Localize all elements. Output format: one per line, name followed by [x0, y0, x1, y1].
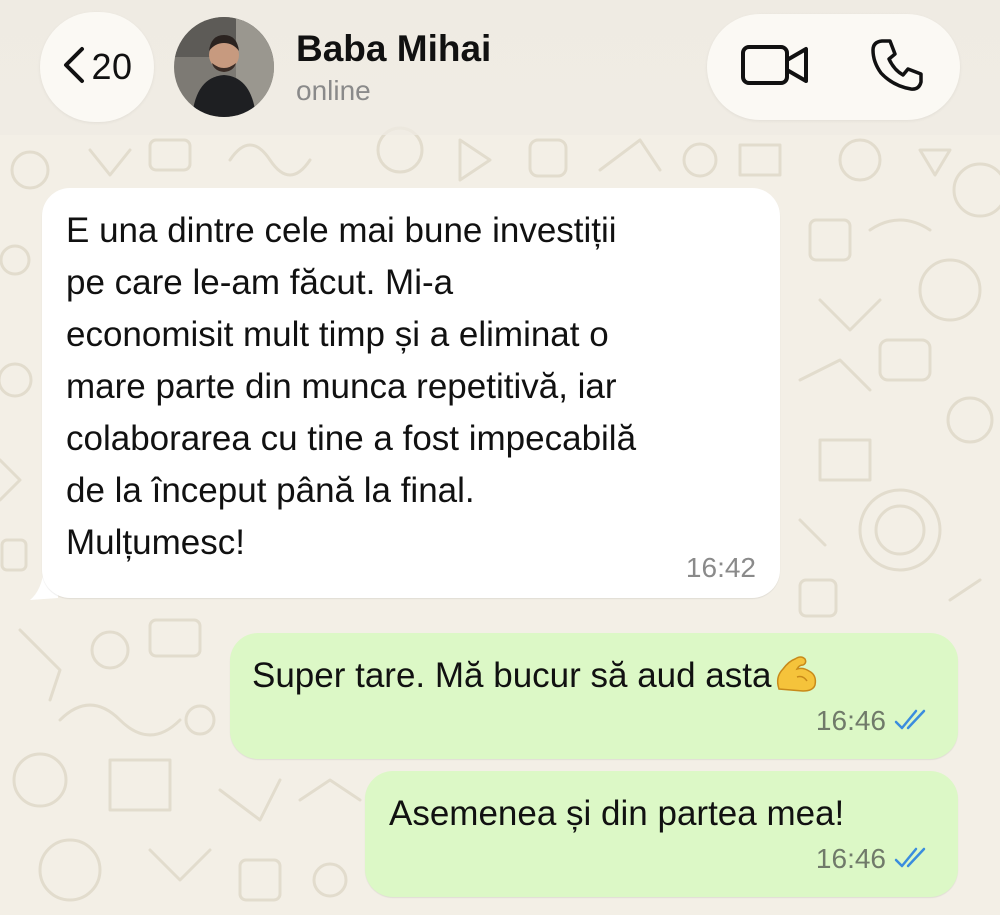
avatar[interactable] [174, 17, 274, 117]
phone-icon [869, 37, 925, 98]
message-text: Super tare. Mă bucur să aud asta [252, 656, 772, 695]
message-time: 16:46 [815, 705, 886, 736]
double-check-icon [894, 833, 934, 885]
message-incoming[interactable]: E una dintre cele mai bune investiții pe… [42, 188, 780, 598]
message-outgoing[interactable]: Asemenea și din partea mea! 16:46 [365, 771, 958, 897]
unread-count: 20 [91, 46, 133, 87]
back-button[interactable]: 20 [40, 12, 154, 122]
double-check-icon [894, 695, 934, 747]
contact-name[interactable]: Baba Mihai [296, 28, 491, 70]
contact-status: online [296, 75, 371, 106]
message-meta: 16:46 [816, 833, 934, 885]
message-meta: 16:46 [816, 695, 934, 747]
message-text-wrap: Super tare. Mă bucur să aud asta [252, 650, 819, 708]
message-outgoing[interactable]: Super tare. Mă bucur să aud asta 16:46 [230, 633, 958, 759]
flexed-biceps-emoji [773, 653, 819, 708]
message-text: E una dintre cele mai bune investiții pe… [66, 211, 637, 562]
call-actions [707, 14, 960, 120]
message-text: Asemenea și din partea mea! [389, 794, 845, 833]
video-call-button[interactable] [737, 39, 813, 95]
message-time: 16:42 [685, 552, 756, 583]
message-time: 16:46 [815, 843, 886, 874]
chevron-left-icon [61, 45, 87, 90]
video-camera-icon [740, 42, 810, 93]
voice-call-button[interactable] [864, 37, 930, 97]
